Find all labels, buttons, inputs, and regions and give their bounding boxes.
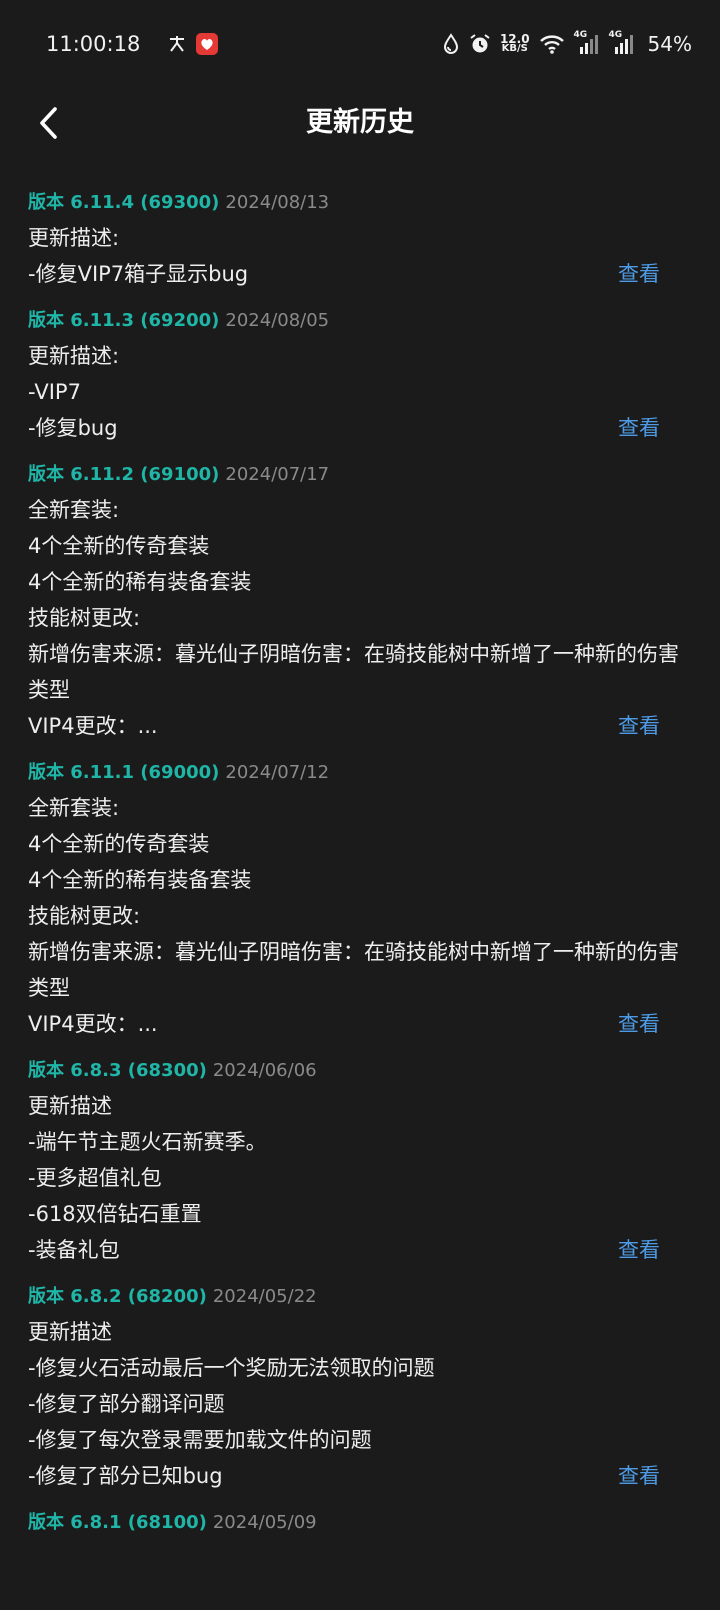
version-label: 版本 6.11.3 (69200) <box>28 310 220 331</box>
description-line: -修复火石活动最后一个奖励无法领取的问题 <box>28 1356 435 1380</box>
version-description: 更新描述: -VIP7 -修复bug 查看 <box>28 338 692 446</box>
signal-label: 4G <box>573 30 588 40</box>
status-left: 11:00:18 <box>46 32 219 56</box>
description-line: -修复了部分已知bug <box>28 1464 223 1488</box>
description-line: 更新描述 <box>28 1320 112 1344</box>
signal-label: 4G <box>608 30 623 40</box>
description-line: -VIP7 <box>28 380 81 404</box>
version-description: 全新套装: 4个全新的传奇套装 4个全新的稀有装备套装 技能树更改: 新增伤害来源：暮光… <box>28 492 692 744</box>
version-header: 版本 6.8.3 (68300) 2024/06/06 <box>28 1054 692 1088</box>
description-line: 4个全新的传奇套装 <box>28 832 210 856</box>
version-label: 版本 6.11.2 (69100) <box>28 464 220 485</box>
status-bar: 11:00:18 12.0 KB/S 4G 4G 54% <box>0 0 720 88</box>
status-right: 12.0 KB/S 4G 4G 54% <box>442 30 692 56</box>
description-line: VIP4更改：... <box>28 714 158 738</box>
version-date: 2024/08/13 <box>225 192 330 213</box>
description-line: 技能树更改: <box>28 904 141 928</box>
version-date: 2024/07/12 <box>225 762 330 783</box>
description-line: 更新描述: <box>28 226 120 250</box>
description-line: 4个全新的稀有装备套装 <box>28 570 252 594</box>
description-line: -更多超值礼包 <box>28 1166 162 1190</box>
app-icon-1 <box>166 33 188 55</box>
wifi-icon <box>539 33 565 55</box>
app-icon-2 <box>196 33 219 55</box>
version-header: 版本 6.11.4 (69300) 2024/08/13 <box>28 186 692 220</box>
version-label: 版本 6.8.3 (68300) <box>28 1060 207 1081</box>
version-header: 版本 6.8.2 (68200) 2024/05/22 <box>28 1280 692 1314</box>
view-details-link[interactable]: 查看 <box>618 1458 660 1494</box>
description-line: 更新描述 <box>28 1094 112 1118</box>
signal-icon: 4G <box>608 30 635 56</box>
version-header: 版本 6.8.1 (68100) 2024/05/09 <box>28 1506 692 1540</box>
version-date: 2024/07/17 <box>225 464 330 485</box>
version-entry: 版本 6.11.3 (69200) 2024/08/05 更新描述: -VIP7 -修复… <box>28 304 692 446</box>
version-entry: 版本 6.8.3 (68300) 2024/06/06 更新描述 -端午节主题火石新赛… <box>28 1054 692 1268</box>
description-line: -修复了部分翻译问题 <box>28 1392 225 1416</box>
description-line: 新增伤害来源：暮光仙子阴暗伤害：在骑技能树中新增了一种新的伤害类型 <box>28 642 679 702</box>
drop-icon <box>442 33 460 55</box>
version-date: 2024/08/05 <box>225 310 330 331</box>
net-speed-unit: KB/S <box>501 43 528 54</box>
page-title: 更新历史 <box>306 107 414 138</box>
version-date: 2024/05/09 <box>212 1512 317 1533</box>
view-details-link[interactable]: 查看 <box>618 1232 660 1268</box>
version-header: 版本 6.11.1 (69000) 2024/07/12 <box>28 756 692 790</box>
net-speed: 12.0 KB/S <box>500 33 530 54</box>
version-description: 更新描述 -修复火石活动最后一个奖励无法领取的问题 -修复了部分翻译问题 -修复了每次… <box>28 1314 692 1494</box>
version-header: 版本 6.11.2 (69100) 2024/07/17 <box>28 458 692 492</box>
version-entry: 版本 6.8.2 (68200) 2024/05/22 更新描述 -修复火石活动最后一… <box>28 1280 692 1494</box>
version-header: 版本 6.11.3 (69200) 2024/08/05 <box>28 304 692 338</box>
top-bar: 更新历史 <box>0 88 720 188</box>
version-label: 版本 6.11.1 (69000) <box>28 762 220 783</box>
description-line: -端午节主题火石新赛季。 <box>28 1130 267 1154</box>
alarm-icon <box>469 33 491 55</box>
version-description: 全新套装: 4个全新的传奇套装 4个全新的稀有装备套装 技能树更改: 新增伤害来源：暮光… <box>28 790 692 1042</box>
version-label: 版本 6.8.2 (68200) <box>28 1286 207 1307</box>
view-details-link[interactable]: 查看 <box>618 410 660 446</box>
description-line: 新增伤害来源：暮光仙子阴暗伤害：在骑技能树中新增了一种新的伤害类型 <box>28 940 679 1000</box>
version-description: 更新描述 -端午节主题火石新赛季。 -更多超值礼包 -618双倍钻石重置 -装备礼包 查看 <box>28 1088 692 1268</box>
description-line: -修复VIP7箱子显示bug <box>28 262 249 286</box>
version-entry: 版本 6.11.1 (69000) 2024/07/12 全新套装: 4个全新的传奇套… <box>28 756 692 1042</box>
version-entry: 版本 6.11.2 (69100) 2024/07/17 全新套装: 4个全新的传奇套… <box>28 458 692 744</box>
description-line: 技能树更改: <box>28 606 141 630</box>
description-line: 全新套装: <box>28 498 120 522</box>
version-label: 版本 6.11.4 (69300) <box>28 192 220 213</box>
description-line: 4个全新的传奇套装 <box>28 534 210 558</box>
description-line: VIP4更改：... <box>28 1012 158 1036</box>
version-description: 更新描述: -修复VIP7箱子显示bug 查看 <box>28 220 692 292</box>
view-details-link[interactable]: 查看 <box>618 1006 660 1042</box>
version-label: 版本 6.8.1 (68100) <box>28 1512 207 1533</box>
description-line: 更新描述: <box>28 344 120 368</box>
status-time: 11:00:18 <box>46 32 141 56</box>
view-details-link[interactable]: 查看 <box>618 708 660 744</box>
version-date: 2024/05/22 <box>212 1286 317 1307</box>
view-details-link[interactable]: 查看 <box>618 256 660 292</box>
description-line: 4个全新的稀有装备套装 <box>28 868 252 892</box>
version-entry: 版本 6.11.4 (69300) 2024/08/13 更新描述: -修复VIP7箱… <box>28 186 692 292</box>
signal-icon: 4G <box>573 30 600 56</box>
version-entry: 版本 6.8.1 (68100) 2024/05/09 <box>28 1506 692 1540</box>
history-list: 版本 6.11.4 (69300) 2024/08/13 更新描述: -修复VIP7箱… <box>28 186 692 1552</box>
description-line: -装备礼包 <box>28 1238 120 1262</box>
description-line: -修复了每次登录需要加载文件的问题 <box>28 1428 372 1452</box>
description-line: 全新套装: <box>28 796 120 820</box>
description-line: -618双倍钻石重置 <box>28 1202 202 1226</box>
version-date: 2024/06/06 <box>212 1060 317 1081</box>
battery-level: 54% <box>647 32 692 56</box>
description-line: -修复bug <box>28 416 118 440</box>
